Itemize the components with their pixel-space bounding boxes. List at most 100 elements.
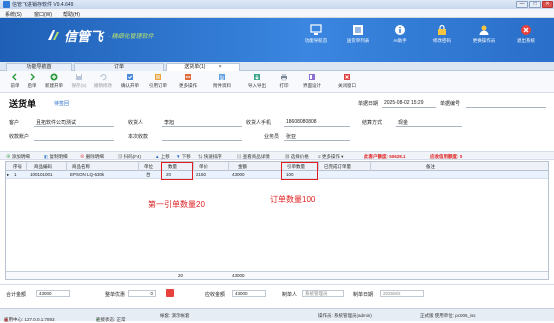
copy-detail-button[interactable]: ◧ 复制明细 (44, 154, 68, 160)
select-price-button[interactable]: ▦ 选择价格 (285, 154, 309, 160)
sales-field[interactable]: 张亚 (286, 133, 296, 140)
close-window-label: 关闭窗口 (338, 83, 356, 88)
move-up-label: 上移 (160, 154, 170, 159)
date-underline (382, 107, 436, 108)
table-row[interactable]: ▸ 1 100101001 EPSON LQ-630k 台 20 2150 43… (6, 171, 548, 179)
detail-icon: ▤ (237, 154, 242, 159)
prev-doc-button[interactable]: 前单 (8, 73, 22, 89)
discount-edit-icon[interactable] (166, 289, 174, 297)
sales-underline (284, 140, 350, 141)
ui-design-label: 界面设计 (303, 83, 321, 88)
undo-button[interactable]: 撤销修改 (91, 73, 115, 89)
confirm-doc-label: 确认开单 (121, 83, 139, 88)
window-title: 信管飞进销存软件 V9.4.649 (12, 2, 74, 8)
menu-window[interactable]: 窗口(W) (34, 11, 52, 18)
move-down-label: 下移 (181, 154, 191, 159)
add-detail-button[interactable]: ⊕ 添加明细 (6, 154, 30, 160)
exit-system-button[interactable]: 退出系统 (506, 24, 546, 50)
minimize-button[interactable]: — (516, 1, 528, 8)
col-name: 商品名称 (72, 164, 90, 169)
col-code: 商品编码 (34, 164, 52, 169)
customer-field[interactable]: 且拓软件公司测试 (36, 119, 76, 126)
move-up-button[interactable]: ▲ 上移 (155, 154, 170, 160)
arrow-up-icon: ▲ (155, 154, 160, 159)
received-field[interactable] (162, 140, 242, 141)
tab-order[interactable]: 订单 (74, 63, 164, 71)
switch-operator-button[interactable]: 更换操作员 (464, 24, 504, 50)
undo-icon (100, 73, 107, 81)
product-detail-button[interactable]: ▤ 查看商品详情 (237, 154, 270, 160)
reference-order-button[interactable]: 引用订单 (146, 73, 170, 89)
arrow-down-icon: ▼ (176, 154, 181, 159)
tab-delivery[interactable]: 送货单(1) × (166, 63, 240, 71)
ai-assistant-button[interactable]: AI助手 (380, 24, 420, 50)
detail-more-button[interactable]: ≡ 更多操作 ▾ (318, 154, 343, 160)
annotation-order-qty: 订单数量100 (270, 195, 316, 204)
info-icon (395, 25, 405, 35)
menu-system[interactable]: 系统(S) (5, 11, 22, 18)
col-no: 序号 (13, 164, 22, 169)
settle-field[interactable]: 现金 (398, 119, 408, 126)
date-field[interactable]: 2025-08-02 15:29 (384, 100, 423, 106)
phone-field[interactable]: 18608080808 (286, 119, 317, 125)
sum-row: 20 43000 (6, 271, 548, 279)
col-note: 备注 (426, 164, 435, 169)
nav-home-button[interactable]: 功能导航首 (296, 24, 336, 50)
reference-order-label: 引用订单 (149, 83, 167, 88)
tab-close-icon[interactable]: × (219, 64, 222, 70)
grid-header: 序号 商品编码 商品名称 单位 数量 单价 金额 引单数量 已完成订单量 备注 (6, 162, 548, 171)
exit-icon (521, 25, 531, 35)
nav-home-label: 功能导航首 (304, 38, 328, 43)
print-icon (281, 74, 287, 81)
credit-info: 此客户额度: 50628.1 (364, 154, 406, 160)
logo-text: 信管飞 (64, 29, 104, 44)
confirm-doc-button[interactable]: 确认开单 (118, 73, 142, 89)
add-doc-icon (50, 73, 58, 81)
banner: 信管飞 · 精细化管理软件 功能导航首 送货单列表 AI助手 修改密码 更换操作… (0, 18, 554, 62)
import-export-button[interactable]: 导入导出 (243, 73, 271, 89)
logo-icon (48, 30, 59, 40)
receiver-field[interactable]: 李旭 (164, 119, 174, 126)
detail-toolbar: ⊕ 添加明细 ◧ 复制明细 ⊗ 删除明细 ▥ 扫码(F4) ▲ 上移 ▼ 下移 … (0, 151, 554, 160)
save-button[interactable]: 保存(S) (69, 73, 89, 89)
scan-button[interactable]: ▥ 扫码(F4) (118, 154, 141, 160)
more-actions-button[interactable]: 更多操作 (174, 73, 202, 89)
sales-label: 业务员 (264, 134, 280, 140)
due-field: 43000 (232, 290, 266, 297)
menu-help[interactable]: 帮助(H) (63, 11, 80, 18)
lock-icon (438, 24, 446, 35)
cell-code[interactable]: 100101001 (30, 172, 53, 177)
sum-qty: 20 (178, 273, 184, 278)
app-center-text: 应用中心: 127.0.0.1:7893 (4, 317, 55, 322)
maximize-button[interactable]: □ (529, 1, 541, 8)
move-down-button[interactable]: ▼ 下移 (176, 154, 191, 160)
close-button[interactable]: ✕ (542, 1, 553, 8)
receivable-info: 应收信用额度: 0 (430, 154, 462, 160)
new-doc-button[interactable]: 新建开单 (42, 73, 66, 89)
docno-field[interactable] (466, 107, 546, 108)
attachments-button[interactable]: 附件资料 (208, 73, 236, 89)
ui-design-button[interactable]: 界面设计 (298, 73, 326, 89)
highlight-qty-box (161, 162, 193, 180)
close-window-button[interactable]: 关闭窗口 (333, 73, 361, 89)
import-export-icon (254, 74, 260, 80)
status-bar: ▣ 应用中心: 127.0.0.1:7893 ● 连接状态: 正常 帐套: 演示… (0, 308, 554, 322)
change-password-button[interactable]: 修改密码 (422, 24, 462, 50)
quick-sort-button[interactable]: ⇅ 快速排序 (198, 154, 222, 160)
cell-unit[interactable]: 台 (146, 172, 151, 178)
cell-price[interactable]: 2150 (196, 172, 206, 177)
credit-label: 此客户额度: (364, 154, 388, 159)
maker-label: 制单人 (282, 292, 298, 298)
connection-text: 连接状态: 正常 (96, 317, 126, 322)
account-field[interactable] (34, 140, 114, 141)
cell-amount[interactable]: 43000 (232, 172, 245, 177)
cell-name[interactable]: EPSON LQ-630k (70, 172, 104, 177)
delivery-list-button[interactable]: 送货单列表 (338, 24, 378, 50)
tab-nav-home[interactable]: 功能导航首 (6, 63, 72, 71)
discount-field[interactable]: 0 (128, 290, 156, 297)
customer-underline (34, 126, 114, 127)
attachment-icon (219, 74, 225, 81)
delete-detail-button[interactable]: ⊗ 删除明细 (80, 154, 104, 160)
next-doc-button[interactable]: 后单 (25, 73, 39, 89)
print-button[interactable]: 打印 (275, 73, 293, 89)
